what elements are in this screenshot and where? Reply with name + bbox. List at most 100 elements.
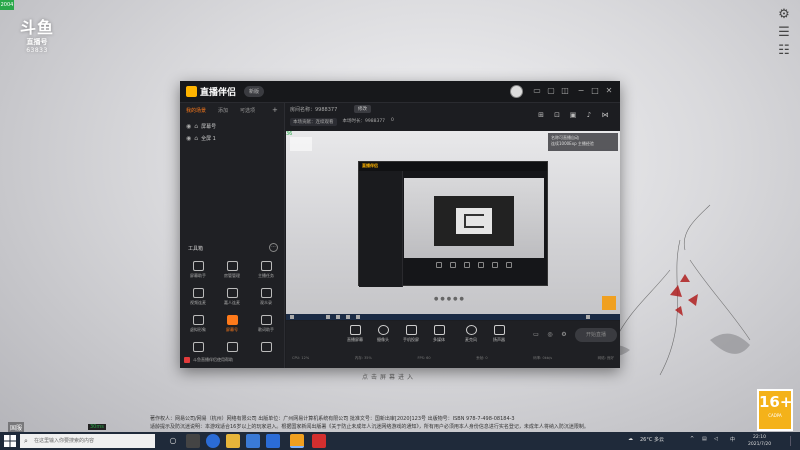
stream-preview[interactable]: 36 名称可直播自动 连续1000Exp 主播经验 直播伴侣 ●●●●● bbox=[286, 131, 620, 314]
tool-extra[interactable] bbox=[218, 342, 246, 354]
live-companion-taskbar-icon[interactable] bbox=[290, 434, 304, 448]
badge-line: 连续1000Exp 主播经验 bbox=[551, 141, 594, 146]
tool-room-manager[interactable]: 房管管理 bbox=[218, 261, 246, 279]
lock-icon[interactable]: ⌂ bbox=[194, 123, 198, 130]
chat-icon[interactable]: ☷ bbox=[776, 44, 792, 58]
monitor-icon bbox=[349, 325, 361, 335]
phone-cast-button[interactable]: 手机投屏 bbox=[398, 325, 424, 343]
maximize-icon[interactable]: □ bbox=[590, 86, 600, 95]
video-icon bbox=[192, 288, 204, 298]
taskbar-search-input[interactable]: 在这里输入你要搜索的内容 bbox=[20, 434, 155, 448]
tool-screen-number[interactable]: 屏幕号 bbox=[218, 315, 246, 333]
help-notice[interactable]: 斗鱼直播伴侣使用帮助 bbox=[184, 357, 233, 363]
tool-audience[interactable]: 观众录 bbox=[252, 288, 280, 306]
windows-start-icon[interactable] bbox=[4, 435, 16, 447]
nested-preview bbox=[404, 178, 544, 258]
game-taskbar-icon[interactable] bbox=[312, 434, 326, 448]
click-to-enter-text[interactable]: 点击屏幕进入 bbox=[362, 372, 416, 381]
tab-add[interactable]: 添加 bbox=[218, 107, 228, 114]
task-view-icon[interactable]: ○ bbox=[166, 434, 180, 448]
speaker-icon bbox=[493, 325, 505, 335]
settings-icon[interactable]: ⚙ bbox=[560, 331, 568, 338]
nested-window-capture: 直播伴侣 bbox=[358, 161, 548, 287]
scene-item[interactable]: ◉ ⌂ 屏幕号 bbox=[186, 123, 216, 130]
tool-video-link[interactable]: 视频连麦 bbox=[184, 288, 212, 306]
taskbar-clock[interactable]: 22:10 2021/7/20 bbox=[748, 434, 771, 448]
eye-icon[interactable]: ◉ bbox=[186, 135, 191, 142]
eye-icon[interactable]: ◎ bbox=[546, 331, 554, 338]
gift-icon[interactable]: ⊞ bbox=[536, 111, 546, 119]
tool-avatar[interactable]: 虚拟形象 bbox=[184, 315, 212, 333]
weather-icon[interactable]: ☁ bbox=[628, 436, 633, 442]
status-item: 内存: 35% bbox=[354, 356, 372, 360]
status-line: CPU: 12% 内存: 35% FPS: 60 丢帧: 0 码率: 0kb/s… bbox=[286, 356, 620, 361]
gift-icon[interactable]: ◫ bbox=[560, 86, 570, 95]
control-label: 直播屏幕 bbox=[347, 337, 363, 342]
tool-lyrics[interactable]: 歌词助手 bbox=[252, 315, 280, 333]
message-icon[interactable]: ▭ bbox=[532, 86, 542, 95]
lock-icon[interactable]: ⊡ bbox=[552, 111, 562, 119]
more-icon[interactable]: ··· bbox=[269, 243, 278, 252]
record-icon[interactable]: ▣ bbox=[568, 111, 578, 119]
nested-core bbox=[456, 208, 492, 234]
tool-extra[interactable] bbox=[184, 342, 212, 354]
minimize-icon[interactable]: − bbox=[576, 86, 586, 95]
shirt-icon[interactable]: ▢ bbox=[546, 86, 556, 95]
avatar[interactable] bbox=[510, 85, 523, 98]
control-label: 麦克风 bbox=[465, 337, 477, 342]
tool-screen-assistant[interactable]: 屏幕助手 bbox=[184, 261, 212, 279]
nested-inner-window bbox=[434, 196, 514, 246]
start-live-button[interactable]: 开始直播 bbox=[575, 328, 617, 342]
tool-label: 嘉人连麦 bbox=[224, 300, 240, 305]
nested-control-icon bbox=[436, 262, 442, 268]
control-label: 扬声器 bbox=[493, 337, 505, 342]
app-icon[interactable] bbox=[266, 434, 280, 448]
edge-icon[interactable] bbox=[206, 434, 220, 448]
file-explorer-icon[interactable] bbox=[226, 434, 240, 448]
version-pill[interactable]: 新版 bbox=[244, 86, 265, 97]
gear-icon[interactable]: ⚙ bbox=[776, 8, 792, 22]
store-icon[interactable] bbox=[246, 434, 260, 448]
scene-label: 全屏 1 bbox=[201, 136, 216, 142]
tab-options[interactable]: 可选项 bbox=[240, 107, 255, 114]
nested-control-icon bbox=[464, 262, 470, 268]
lock-icon[interactable]: ⌂ bbox=[194, 135, 198, 142]
play-icon bbox=[433, 325, 445, 335]
speaker-button[interactable]: 扬声器 bbox=[486, 325, 512, 343]
logo-subtitle: 直播号 bbox=[26, 38, 48, 46]
nested-control-icon bbox=[450, 262, 456, 268]
announcement-icon[interactable]: ☰ bbox=[776, 26, 792, 40]
eye-icon[interactable]: ◉ bbox=[186, 123, 191, 130]
scene-item[interactable]: ◉ ⌂ 全屏 1 bbox=[186, 135, 216, 142]
taskbar-glyph bbox=[356, 315, 360, 319]
app-brand: 直播伴侣 bbox=[186, 85, 236, 98]
camera-button[interactable]: 摄像头 bbox=[370, 325, 396, 343]
windows-taskbar: 在这里输入你要搜索的内容 ⌕ ○ ☁ 26°C 多云 ^ ▤ ◁ 中 22:10… bbox=[0, 432, 800, 450]
taskbar-glyph bbox=[326, 315, 330, 319]
room-info: 房间名称：9988377 bbox=[290, 107, 338, 113]
tab-my-scenes[interactable]: 我的场景 bbox=[186, 107, 206, 114]
bell-icon[interactable]: ♪ bbox=[584, 111, 594, 119]
show-desktop-button[interactable] bbox=[790, 436, 796, 446]
edit-room-button[interactable]: 修改 bbox=[354, 105, 371, 113]
weather-text[interactable]: 26°C 多云 bbox=[640, 436, 664, 443]
microphone-button[interactable]: 麦克风 bbox=[458, 325, 484, 343]
share-icon[interactable]: ⋈ bbox=[600, 111, 610, 119]
notice-text: 斗鱼直播伴侣使用帮助 bbox=[193, 357, 233, 362]
tool-label: 视频连麦 bbox=[190, 300, 206, 305]
close-icon[interactable]: ✕ bbox=[604, 86, 614, 95]
task-icon bbox=[260, 261, 272, 271]
tool-guest-link[interactable]: 嘉人连麦 bbox=[218, 288, 246, 306]
tool-host-tasks[interactable]: 主播任务 bbox=[252, 261, 280, 279]
ime-indicator[interactable]: 中 bbox=[730, 436, 735, 443]
tray-arrow-icon[interactable]: ^ bbox=[690, 436, 694, 442]
tool-extra[interactable] bbox=[252, 342, 280, 354]
add-scene-icon[interactable]: + bbox=[272, 106, 278, 114]
media-button[interactable]: 多媒体 bbox=[426, 325, 452, 343]
record-icon[interactable]: ▭ bbox=[532, 331, 540, 338]
tool-label: 歌词助手 bbox=[258, 327, 274, 332]
network-icon[interactable]: ▤ bbox=[702, 436, 707, 442]
screen-capture-button[interactable]: 直播屏幕 bbox=[342, 325, 368, 343]
widgets-icon[interactable] bbox=[186, 434, 200, 448]
volume-icon[interactable]: ◁ bbox=[714, 436, 718, 442]
